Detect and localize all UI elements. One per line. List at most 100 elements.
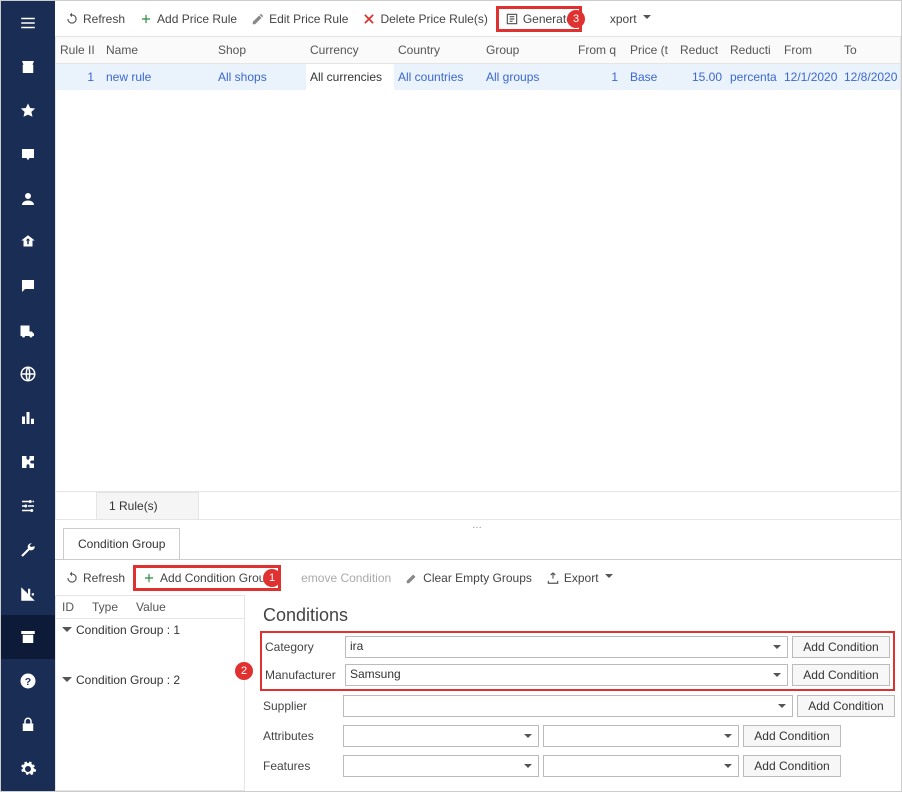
export-label: xport <box>610 12 637 26</box>
lower-toolbar: Refresh Add Condition Group 1 emove Cond… <box>55 559 901 595</box>
help-icon[interactable]: ? <box>1 659 55 703</box>
edit-price-rule-button[interactable]: Edit Price Rule <box>251 12 348 26</box>
cell-currency: All currencies <box>306 64 394 91</box>
manufacturer-label: Manufacturer <box>265 668 341 682</box>
tree-group-1[interactable]: Condition Group : 1 <box>56 619 244 641</box>
puzzle-icon[interactable] <box>1 440 55 484</box>
export-lower-button[interactable]: Export <box>546 571 613 585</box>
top-toolbar: Refresh Add Price Rule Edit Price Rule D… <box>55 1 901 37</box>
grid-footer: 1 Rule(s) <box>55 492 901 520</box>
category-select[interactable]: ira <box>345 636 788 658</box>
chevron-down-icon <box>62 677 72 687</box>
tree-g2-label: Condition Group : 2 <box>76 673 180 687</box>
features-select-1[interactable] <box>343 755 539 777</box>
rules-grid: Rule II Name Shop Currency Country Group… <box>55 36 901 492</box>
upload-house-icon[interactable] <box>1 220 55 264</box>
tree-blank <box>56 691 244 719</box>
col-shop[interactable]: Shop <box>214 37 306 64</box>
menu-icon[interactable] <box>1 1 55 45</box>
attributes-label: Attributes <box>263 729 339 743</box>
svg-text:?: ? <box>25 676 31 688</box>
rules-count: 1 Rule(s) <box>96 492 199 520</box>
table-row[interactable]: 1 new rule All shops All currencies All … <box>56 64 900 91</box>
attributes-select-2[interactable] <box>543 725 739 747</box>
col-ruleid[interactable]: Rule II <box>56 37 102 64</box>
th-value: Value <box>136 600 166 614</box>
category-label: Category <box>265 640 341 654</box>
refresh-button[interactable]: Refresh <box>65 12 125 26</box>
remove-label: emove Condition <box>301 571 391 585</box>
resize-handle[interactable]: … <box>55 520 901 528</box>
remove-condition-button[interactable]: emove Condition <box>301 571 391 585</box>
add-price-rule-button[interactable]: Add Price Rule <box>139 12 237 26</box>
lower-panel: ID Type Value Condition Group : 1 2 Cond… <box>55 595 901 791</box>
add-condition-supplier[interactable]: Add Condition <box>797 695 895 717</box>
chat-icon[interactable] <box>1 264 55 308</box>
features-select-2[interactable] <box>543 755 739 777</box>
col-reduct[interactable]: Reduct <box>676 37 726 64</box>
manufacturer-select[interactable]: Samsung <box>345 664 788 686</box>
tree-group-2[interactable]: Condition Group : 2 <box>56 669 244 691</box>
inbox-icon[interactable] <box>1 133 55 177</box>
sidebar: ? <box>1 1 55 791</box>
add-condition-manufacturer[interactable]: Add Condition <box>792 664 890 686</box>
wrench-icon[interactable] <box>1 528 55 572</box>
refresh-label: Refresh <box>83 12 125 26</box>
cell-shop: All shops <box>214 64 306 91</box>
col-reducti[interactable]: Reducti <box>726 37 780 64</box>
chart-bar-icon[interactable] <box>1 396 55 440</box>
delete-label: Delete Price Rule(s) <box>380 12 487 26</box>
add-condition-group-button[interactable]: Add Condition Group <box>133 565 281 591</box>
col-currency[interactable]: Currency <box>306 37 394 64</box>
attributes-select-1[interactable] <box>343 725 539 747</box>
row-manufacturer: Manufacturer Samsung Add Condition <box>265 664 890 686</box>
clear-empty-groups-button[interactable]: Clear Empty Groups <box>405 571 532 585</box>
badge-1: 1 <box>263 569 281 587</box>
add-label: Add Price Rule <box>157 12 237 26</box>
highlighted-conditions: Category ira Add Condition Manufacturer … <box>260 631 895 691</box>
col-fromq[interactable]: From q <box>574 37 626 64</box>
cell-reducti: percenta <box>726 64 780 91</box>
stats-icon[interactable] <box>1 572 55 616</box>
add-condition-features[interactable]: Add Condition <box>743 755 841 777</box>
cell-ruleid: 1 <box>56 64 102 91</box>
gear-icon[interactable] <box>1 747 55 791</box>
lock-icon[interactable] <box>1 703 55 747</box>
tabs: Condition Group <box>55 528 901 559</box>
cell-group: All groups <box>482 64 574 91</box>
th-type: Type <box>92 600 118 614</box>
cell-reduct: 15.00 <box>676 64 726 91</box>
delete-price-rule-button[interactable]: Delete Price Rule(s) <box>362 12 487 26</box>
star-icon[interactable] <box>1 89 55 133</box>
tree-blank <box>56 641 244 669</box>
cell-fromq: 1 <box>574 64 626 91</box>
col-country[interactable]: Country <box>394 37 482 64</box>
sliders-icon[interactable] <box>1 484 55 528</box>
main: Refresh Add Price Rule Edit Price Rule D… <box>55 1 901 791</box>
row-category: Category ira Add Condition <box>265 636 890 658</box>
add-condition-category[interactable]: Add Condition <box>792 636 890 658</box>
cell-to: 12/8/2020 <box>840 64 900 91</box>
features-label: Features <box>263 759 339 773</box>
truck-icon[interactable] <box>1 308 55 352</box>
add-condition-attributes[interactable]: Add Condition <box>743 725 841 747</box>
tab-condition-group[interactable]: Condition Group <box>63 528 180 559</box>
caret-icon <box>643 15 651 23</box>
refresh-lower-button[interactable]: Refresh <box>65 571 125 585</box>
col-group[interactable]: Group <box>482 37 574 64</box>
col-from[interactable]: From <box>780 37 840 64</box>
supplier-select[interactable] <box>343 695 793 717</box>
user-icon[interactable] <box>1 177 55 221</box>
manufacturer-value: Samsung <box>350 667 401 681</box>
row-supplier: Supplier Add Condition <box>263 695 895 717</box>
export-button[interactable]: xport <box>610 12 651 26</box>
col-price[interactable]: Price (t <box>626 37 676 64</box>
tree-g1-label: Condition Group : 1 <box>76 623 180 637</box>
col-name[interactable]: Name <box>102 37 214 64</box>
refresh-lower-label: Refresh <box>83 571 125 585</box>
th-id: ID <box>62 600 74 614</box>
col-to[interactable]: To <box>840 37 900 64</box>
globe-icon[interactable] <box>1 352 55 396</box>
archive-icon[interactable] <box>1 615 55 659</box>
store-icon[interactable] <box>1 45 55 89</box>
